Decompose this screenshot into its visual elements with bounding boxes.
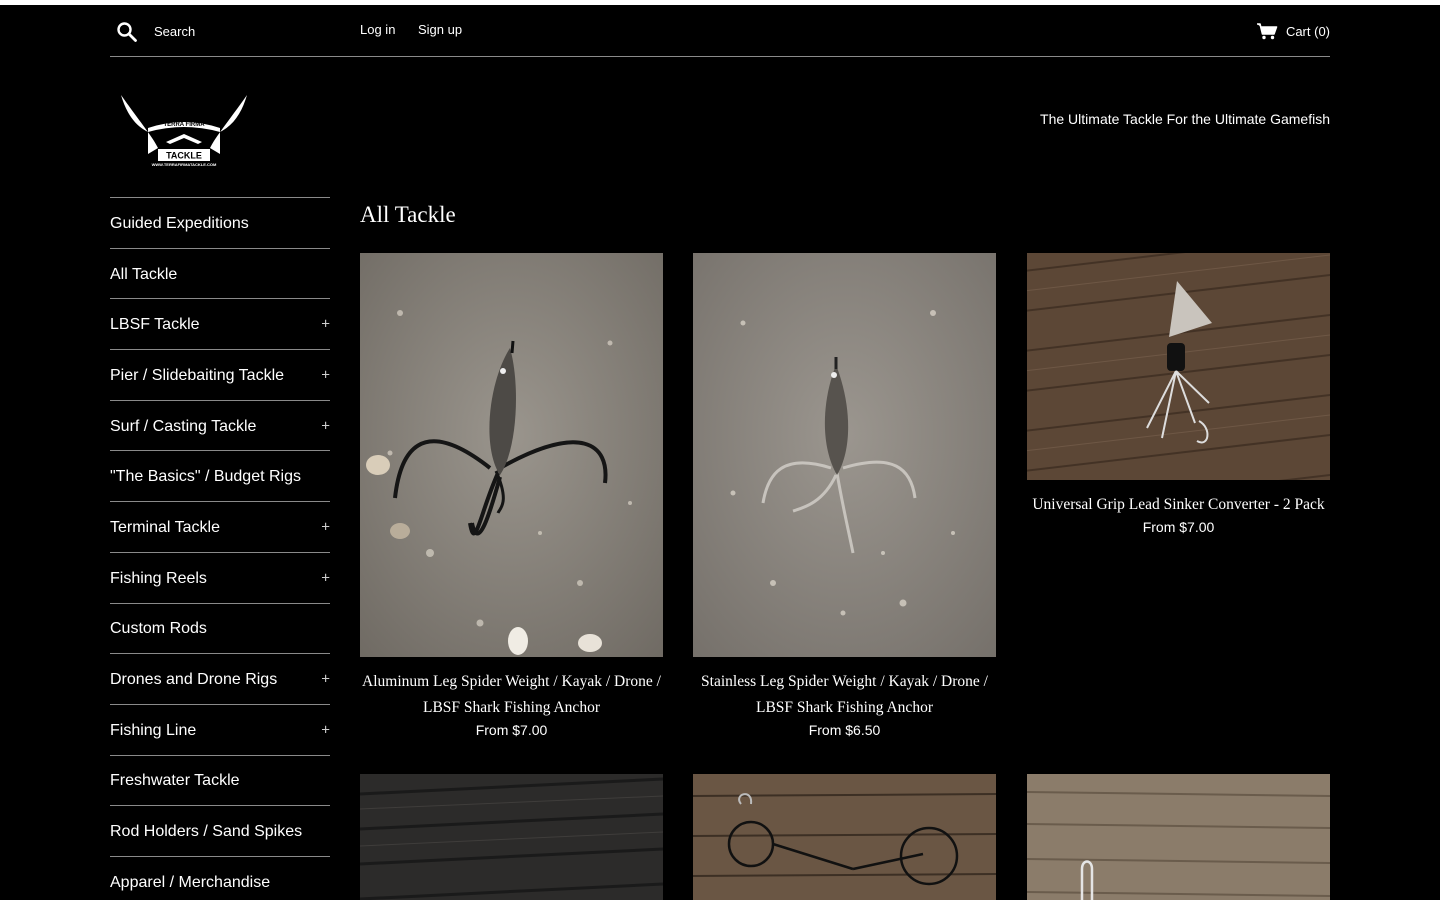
- sidebar-item-guided-expeditions[interactable]: Guided Expeditions: [110, 198, 330, 249]
- sidebar-item-label: Pier / Slidebaiting Tackle: [110, 366, 285, 384]
- product-image[interactable]: [693, 253, 996, 657]
- product-card[interactable]: Stainless Leg Spider Weight / Kayak / Dr…: [693, 253, 996, 738]
- brand-logo[interactable]: TERRA FIRMA TACKLE WWW.TERRAFIRMATACKLE.…: [118, 92, 250, 168]
- product-card[interactable]: [360, 774, 663, 900]
- sidebar-item-fishing-reels[interactable]: Fishing Reels +: [110, 553, 330, 604]
- sidebar-item-label: Rod Holders / Sand Spikes: [110, 823, 303, 841]
- product-card[interactable]: Universal Grip Lead Sinker Converter - 2…: [1027, 253, 1330, 535]
- logo-text-top: TERRA FIRMA: [163, 122, 205, 128]
- product-image[interactable]: [360, 253, 663, 657]
- sidebar-item-label: Guided Expeditions: [110, 214, 249, 232]
- search-icon[interactable]: [116, 21, 138, 43]
- login-link[interactable]: Log in: [360, 22, 395, 37]
- sidebar-item-label: All Tackle: [110, 265, 178, 283]
- cart-label: Cart (0): [1285, 23, 1330, 39]
- product-image[interactable]: [693, 774, 996, 900]
- expand-plus-icon[interactable]: +: [321, 518, 330, 535]
- expand-plus-icon[interactable]: +: [321, 671, 330, 688]
- product-price: From $6.50: [808, 722, 881, 738]
- sidebar-nav: Guided Expeditions All Tackle LBSF Tackl…: [110, 197, 330, 900]
- sidebar-item-all-tackle[interactable]: All Tackle: [110, 249, 330, 300]
- expand-plus-icon[interactable]: +: [321, 366, 330, 383]
- cart-icon: [1256, 23, 1278, 40]
- sidebar-item-label: Apparel / Merchandise: [110, 873, 271, 891]
- sidebar-item-fishing-line[interactable]: Fishing Line +: [110, 705, 330, 756]
- sidebar-item-custom-rods[interactable]: Custom Rods: [110, 604, 330, 655]
- site-tagline: The Ultimate Tackle For the Ultimate Gam…: [1040, 111, 1330, 127]
- sidebar-item-apparel[interactable]: Apparel / Merchandise: [110, 857, 330, 900]
- sidebar-item-label: Surf / Casting Tackle: [110, 417, 257, 435]
- cart-link[interactable]: Cart (0): [1256, 20, 1330, 42]
- sidebar-item-label: Drones and Drone Rigs: [110, 671, 278, 689]
- sidebar-item-the-basics[interactable]: "The Basics" / Budget Rigs: [110, 451, 330, 503]
- expand-plus-icon[interactable]: +: [321, 721, 330, 738]
- expand-plus-icon[interactable]: +: [321, 316, 330, 333]
- logo-image: TERRA FIRMA TACKLE WWW.TERRAFIRMATACKLE.…: [121, 95, 247, 167]
- logo-text-url: WWW.TERRAFIRMATACKLE.COM: [152, 162, 217, 167]
- product-card[interactable]: [693, 774, 996, 900]
- product-image[interactable]: [1027, 253, 1330, 480]
- sidebar-item-freshwater[interactable]: Freshwater Tackle: [110, 756, 330, 807]
- product-card[interactable]: [1027, 774, 1330, 900]
- product-title[interactable]: Universal Grip Lead Sinker Converter - 2…: [1027, 492, 1330, 518]
- sidebar-item-terminal-tackle[interactable]: Terminal Tackle +: [110, 502, 330, 553]
- product-image[interactable]: [1027, 774, 1330, 900]
- product-price: From $7.00: [475, 722, 548, 738]
- sidebar-item-label: Freshwater Tackle: [110, 772, 240, 790]
- sidebar-item-label: Fishing Line: [110, 721, 197, 739]
- product-image[interactable]: [360, 774, 663, 900]
- expand-plus-icon[interactable]: +: [321, 417, 330, 434]
- logo-text-main: TACKLE: [166, 151, 202, 161]
- sidebar-item-pier-slidebaiting[interactable]: Pier / Slidebaiting Tackle +: [110, 350, 330, 401]
- sidebar-item-rod-holders[interactable]: Rod Holders / Sand Spikes: [110, 806, 330, 857]
- site-header: Log in Sign up Cart (0): [110, 5, 1330, 57]
- search-input[interactable]: [144, 20, 334, 42]
- sidebar-item-surf-casting[interactable]: Surf / Casting Tackle +: [110, 401, 330, 452]
- product-title[interactable]: Stainless Leg Spider Weight / Kayak / Dr…: [693, 669, 996, 721]
- product-card[interactable]: Aluminum Leg Spider Weight / Kayak / Dro…: [360, 253, 663, 738]
- product-price: From $7.00: [1142, 519, 1215, 535]
- page-title: All Tackle: [360, 202, 456, 227]
- sidebar-item-label: LBSF Tackle: [110, 316, 200, 334]
- sidebar-item-label: Custom Rods: [110, 620, 207, 638]
- product-title[interactable]: Aluminum Leg Spider Weight / Kayak / Dro…: [360, 669, 663, 721]
- sidebar-item-lbsf-tackle[interactable]: LBSF Tackle +: [110, 299, 330, 351]
- sidebar-item-label: Terminal Tackle: [110, 518, 220, 536]
- sidebar-item-label: "The Basics" / Budget Rigs: [110, 468, 301, 486]
- expand-plus-icon[interactable]: +: [321, 569, 330, 586]
- signup-link[interactable]: Sign up: [418, 22, 462, 37]
- sidebar-item-drones[interactable]: Drones and Drone Rigs +: [110, 654, 330, 705]
- sidebar-item-label: Fishing Reels: [110, 569, 207, 587]
